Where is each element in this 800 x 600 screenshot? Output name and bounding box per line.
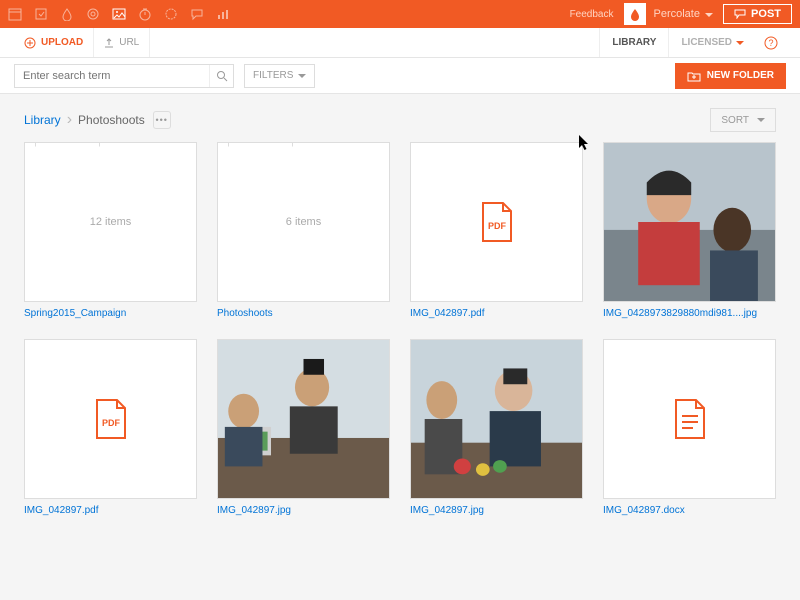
grid-item[interactable]: IMG_042897.jpg: [410, 339, 583, 516]
help-button[interactable]: ?: [756, 28, 786, 57]
drop-icon[interactable]: [60, 7, 74, 21]
folder-count: 12 items: [90, 216, 132, 228]
speech-icon: [734, 9, 746, 19]
pdf-icon: PDF: [480, 201, 514, 243]
asset-grid: 12 items Spring2015_Campaign 6 items Pho…: [0, 142, 800, 516]
tab-licensed[interactable]: LICENSED: [668, 28, 756, 57]
item-caption[interactable]: IMG_042897.jpg: [217, 505, 390, 516]
brand-menu[interactable]: Percolate: [654, 8, 714, 20]
breadcrumb-row: Library › Photoshoots ••• SORT: [0, 94, 800, 142]
photo-thumb: [217, 339, 390, 499]
item-caption[interactable]: IMG_042897.pdf: [410, 308, 583, 319]
circle-icon[interactable]: [164, 7, 178, 21]
upload-arrow-icon: [104, 38, 114, 48]
image-icon[interactable]: [112, 7, 126, 21]
item-caption[interactable]: IMG_042897.jpg: [410, 505, 583, 516]
controls-bar: FILTERS NEW FOLDER: [0, 58, 800, 94]
search-icon[interactable]: [209, 65, 233, 87]
folder-plus-icon: [687, 70, 701, 82]
item-caption[interactable]: Photoshoots: [217, 308, 390, 319]
chat-icon[interactable]: [190, 7, 204, 21]
item-caption[interactable]: IMG_0428973829880mdi981....jpg: [603, 308, 776, 319]
grid-item[interactable]: PDF IMG_042897.pdf: [24, 339, 197, 516]
grid-item[interactable]: 12 items Spring2015_Campaign: [24, 142, 197, 319]
at-icon[interactable]: [86, 7, 100, 21]
feedback-link[interactable]: Feedback: [570, 9, 614, 20]
grid-item[interactable]: 6 items Photoshoots: [217, 142, 390, 319]
new-folder-button[interactable]: NEW FOLDER: [675, 63, 786, 89]
breadcrumb-root[interactable]: Library: [24, 113, 61, 127]
plus-icon: [24, 37, 36, 49]
folder-count: 6 items: [286, 216, 321, 228]
top-icon-row: [8, 7, 230, 21]
bars-icon[interactable]: [216, 7, 230, 21]
url-button[interactable]: URL: [94, 28, 150, 57]
note-icon[interactable]: [34, 7, 48, 21]
upload-button[interactable]: UPLOAD: [14, 28, 94, 57]
photo-thumb: [603, 142, 776, 302]
item-caption[interactable]: Spring2015_Campaign: [24, 308, 197, 319]
pdf-icon: PDF: [94, 398, 128, 440]
chevron-right-icon: ›: [67, 111, 72, 129]
search-input[interactable]: [15, 70, 209, 82]
svg-text:?: ?: [768, 38, 773, 48]
calendar-icon[interactable]: [8, 7, 22, 21]
grid-item[interactable]: IMG_0428973829880mdi981....jpg: [603, 142, 776, 319]
item-caption[interactable]: IMG_042897.pdf: [24, 505, 197, 516]
sort-button[interactable]: SORT: [710, 108, 776, 132]
subbar: UPLOAD URL LIBRARY LICENSED ?: [0, 28, 800, 58]
breadcrumb-current: Photoshoots: [78, 113, 145, 127]
tab-library[interactable]: LIBRARY: [599, 28, 668, 57]
search-box: [14, 64, 234, 88]
item-caption[interactable]: IMG_042897.docx: [603, 505, 776, 516]
grid-item[interactable]: IMG_042897.jpg: [217, 339, 390, 516]
grid-item[interactable]: PDF IMG_042897.pdf: [410, 142, 583, 319]
topbar: Feedback Percolate POST: [0, 0, 800, 28]
brand-avatar[interactable]: [624, 3, 646, 25]
timer-icon[interactable]: [138, 7, 152, 21]
filters-button[interactable]: FILTERS: [244, 64, 315, 88]
photo-thumb: [410, 339, 583, 499]
document-icon: [673, 398, 707, 440]
svg-text:PDF: PDF: [102, 418, 121, 428]
grid-item[interactable]: IMG_042897.docx: [603, 339, 776, 516]
more-button[interactable]: •••: [153, 111, 171, 129]
post-button[interactable]: POST: [723, 4, 792, 24]
svg-text:PDF: PDF: [488, 221, 507, 231]
